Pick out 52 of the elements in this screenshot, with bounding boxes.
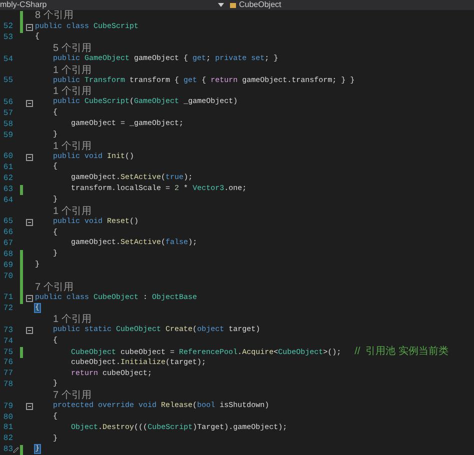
line-number: 78 <box>2 381 13 390</box>
line-number: 68 <box>2 250 13 259</box>
collapse-icon[interactable] <box>26 403 33 410</box>
line-number: 69 <box>2 262 13 270</box>
line-number: 70 <box>2 272 13 281</box>
line-number: 82 <box>2 435 13 444</box>
line-number: 59 <box>2 132 13 140</box>
line-number: 75 <box>2 348 13 357</box>
reference-count-link[interactable]: 1 个引用 <box>53 142 92 152</box>
line-number: 63 <box>2 186 13 194</box>
line-number: 80 <box>2 414 13 422</box>
reference-count-link[interactable]: 7 个引用 <box>53 390 92 401</box>
line-number: 67 <box>2 240 13 248</box>
collapse-icon[interactable] <box>26 24 33 31</box>
collapse-icon[interactable] <box>26 100 33 107</box>
line-number: 74 <box>2 338 13 346</box>
reference-count-link[interactable]: 8 个引用 <box>35 11 74 22</box>
collapse-icon[interactable] <box>26 327 33 334</box>
line-number: 54 <box>2 56 13 64</box>
member-dropdown[interactable]: CubeObject <box>239 1 282 9</box>
line-number: 71 <box>2 294 13 302</box>
line-number: 53 <box>2 34 13 42</box>
line-number: 77 <box>2 370 13 378</box>
line-number: 56 <box>2 99 13 108</box>
line-number: 65 <box>2 218 13 226</box>
class-icon <box>230 2 237 8</box>
reference-count-link[interactable]: 5 个引用 <box>53 44 92 54</box>
line-number: 83 <box>2 446 13 454</box>
collapse-icon[interactable] <box>26 294 33 302</box>
collapse-icon[interactable] <box>26 154 33 161</box>
line-number: 73 <box>2 326 13 335</box>
line-number: 60 <box>2 153 13 162</box>
project-dropdown[interactable]: mbly-CSharp <box>0 1 218 9</box>
line-number: 72 <box>2 305 13 314</box>
line-number: 52 <box>2 23 13 32</box>
line-number: 76 <box>2 359 13 368</box>
reference-count-link[interactable]: 1 个引用 <box>53 315 92 326</box>
caret-icon <box>218 3 224 7</box>
reference-count-link[interactable]: 1 个引用 <box>53 87 92 98</box>
line-number: 79 <box>2 402 13 411</box>
line-number: 64 <box>2 196 13 205</box>
collapse-icon[interactable] <box>26 218 33 226</box>
line-number: 58 <box>2 120 13 129</box>
reference-count-link[interactable]: 7 个引用 <box>35 282 74 293</box>
line-number: 81 <box>2 424 13 432</box>
line-number: 62 <box>2 175 13 184</box>
line-number: 57 <box>2 110 13 118</box>
line-number: 55 <box>2 77 13 86</box>
reference-count-link[interactable]: 1 个引用 <box>53 66 92 76</box>
line-number: 61 <box>2 164 13 172</box>
reference-count-link[interactable]: 1 个引用 <box>53 206 92 217</box>
line-number: 66 <box>2 229 13 238</box>
